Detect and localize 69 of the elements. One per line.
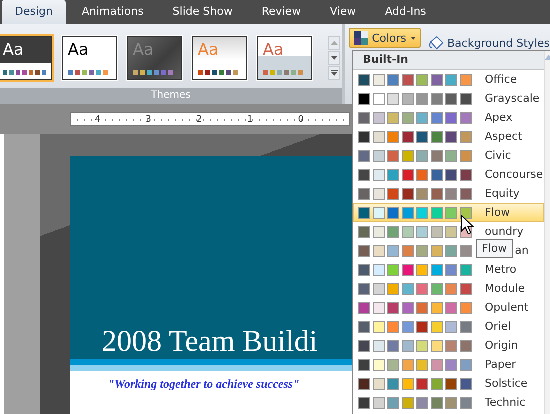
- down-arrow-icon: [330, 56, 338, 60]
- caret-icon: [410, 36, 416, 40]
- scheme-name: Technic: [485, 396, 526, 409]
- color-scheme-item[interactable]: oundry: [353, 222, 544, 241]
- theme-thumbnail[interactable]: Aa: [62, 36, 117, 80]
- background-styles-button[interactable]: Background Styles: [428, 36, 550, 50]
- color-scheme-item[interactable]: Flow: [353, 203, 544, 222]
- scheme-name: Aspect: [485, 130, 522, 143]
- color-scheme-item[interactable]: Equity: [353, 184, 544, 203]
- scheme-name: oundry: [485, 225, 524, 238]
- colors-button[interactable]: Colors: [349, 28, 421, 48]
- color-scheme-item[interactable]: Paper: [353, 355, 544, 374]
- scheme-name: Origin: [485, 339, 518, 352]
- color-scheme-item[interactable]: Civic: [353, 146, 544, 165]
- color-scheme-item[interactable]: Grayscale: [353, 89, 544, 108]
- ruler-number: 1: [247, 114, 254, 125]
- ribbon-tab[interactable]: Animations: [68, 0, 157, 24]
- color-scheme-item[interactable]: Flow an: [353, 241, 544, 260]
- theme-thumbnail[interactable]: Aa: [257, 36, 312, 80]
- ribbon-tab[interactable]: Slide Show: [160, 0, 246, 24]
- scheme-name: Flow: [485, 206, 510, 219]
- scheme-name: Solstice: [485, 377, 528, 390]
- more-button[interactable]: [328, 66, 340, 80]
- theme-sample-text: Aa: [68, 41, 90, 59]
- scheme-name: Grayscale: [485, 92, 540, 105]
- ribbon-tab[interactable]: Add-Ins: [372, 0, 440, 24]
- ribbon-tab[interactable]: Design: [2, 0, 66, 24]
- scheme-name: Civic: [485, 149, 512, 162]
- slide-subtitle: "Working together to achieve success": [107, 376, 300, 392]
- color-scheme-item[interactable]: Metro: [353, 260, 544, 279]
- scheme-name: Module: [485, 282, 525, 295]
- color-scheme-item[interactable]: Office: [353, 70, 544, 89]
- ruler-number: 3: [146, 114, 153, 125]
- palette-icon: [354, 31, 368, 45]
- color-scheme-item[interactable]: Opulent: [353, 298, 544, 317]
- theme-sample-text: Aa: [133, 41, 155, 59]
- ruler-number: 0: [298, 114, 305, 125]
- menu-header: Built-In: [353, 51, 544, 70]
- tooltip: Flow: [476, 239, 514, 258]
- scheme-name: Office: [485, 73, 518, 86]
- scroll-down-button[interactable]: [328, 51, 340, 65]
- color-scheme-item[interactable]: Technic: [353, 393, 544, 412]
- expand-icon: [330, 70, 338, 76]
- scheme-name: Apex: [485, 111, 513, 124]
- theme-sample-text: Aa: [198, 41, 220, 59]
- scheme-name: Oriel: [485, 320, 512, 333]
- ribbon-tab[interactable]: Review: [248, 0, 314, 24]
- color-scheme-item[interactable]: Solstice: [353, 374, 544, 393]
- slide-title: 2008 Team Buildi: [102, 325, 318, 359]
- theme-thumbnail[interactable]: Aa: [0, 36, 52, 80]
- color-scheme-item[interactable]: Origin: [353, 336, 544, 355]
- color-scheme-item[interactable]: Concourse: [353, 165, 544, 184]
- scheme-name: Paper: [485, 358, 516, 371]
- ruler-number: 4: [95, 114, 102, 125]
- up-arrow-icon: [330, 41, 338, 45]
- group-label: Themes: [0, 88, 342, 104]
- color-scheme-item[interactable]: Aspect: [353, 127, 544, 146]
- scheme-name: Metro: [485, 263, 517, 276]
- scheme-name: an: [515, 244, 529, 257]
- scheme-name: Concourse: [485, 168, 544, 181]
- scheme-name: Opulent: [485, 301, 529, 314]
- ribbon-tab[interactable]: View: [317, 0, 370, 24]
- color-scheme-item[interactable]: Module: [353, 279, 544, 298]
- ruler-number: 2: [196, 114, 204, 125]
- theme-sample-text: Aa: [263, 41, 285, 59]
- color-scheme-item[interactable]: Oriel: [353, 317, 544, 336]
- theme-sample-text: Aa: [3, 41, 25, 59]
- color-scheme-item[interactable]: Apex: [353, 108, 544, 127]
- scheme-name: Equity: [485, 187, 520, 200]
